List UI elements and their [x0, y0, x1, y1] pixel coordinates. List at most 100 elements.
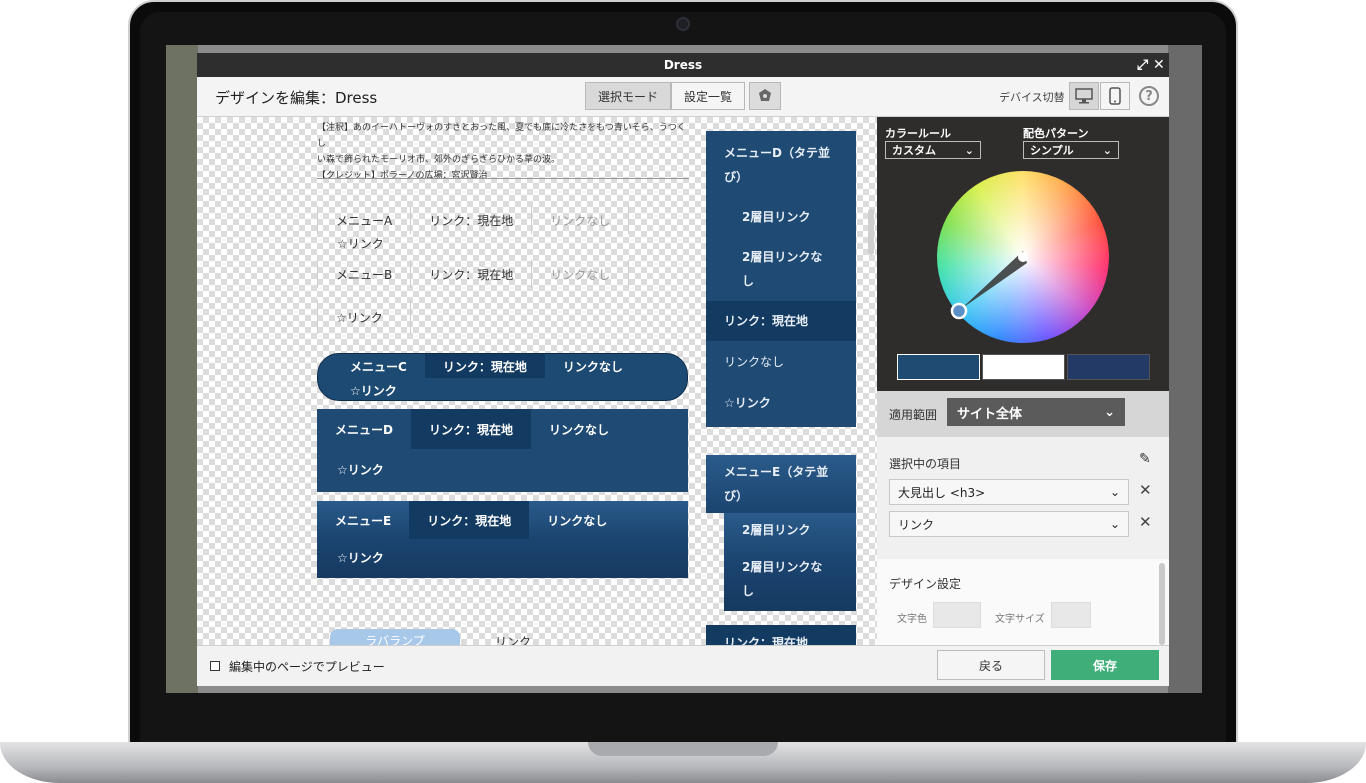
color-rule-value: カスタム	[892, 144, 936, 157]
dialog-footer: 編集中のページでプレビュー 戻る 保存	[197, 645, 1169, 686]
pattern-value: シンプル	[1030, 144, 1074, 157]
menu-c-current-link[interactable]: リンク：現在地	[424, 354, 545, 378]
menu-c-nolink[interactable]: リンクなし	[545, 354, 641, 378]
chevron-down-icon: ⌄	[964, 143, 974, 157]
menu-b-star-link[interactable]: ☆リンク	[317, 300, 411, 334]
desktop-view-button[interactable]	[1069, 82, 1099, 110]
design-settings-section: デザイン設定 文字色 文字サイズ	[877, 559, 1169, 645]
pattern-select[interactable]: シンプル ⌄	[1023, 141, 1119, 159]
chevron-down-icon: ⌄	[1102, 143, 1112, 157]
select-mode-button[interactable]: 選択モード	[585, 82, 672, 110]
chevron-down-icon: ⌄	[1109, 485, 1120, 499]
design-settings-title: デザイン設定	[889, 577, 962, 591]
color-rule-label: カラールール	[885, 127, 951, 140]
text-color-input[interactable]	[933, 602, 981, 628]
selected-items-section: 選択中の項目 ✎ 大見出し <h3> ⌄ ✕ リンク ⌄ ✕	[877, 437, 1169, 559]
menu-b-nolink[interactable]: リンクなし	[531, 260, 630, 288]
menu-e-label[interactable]: メニューE	[317, 501, 409, 539]
credit-line: 【クレジット】ポラーノの広場：宮沢賢治	[317, 171, 488, 181]
background-sidebar	[166, 45, 198, 693]
menu-d-current-link[interactable]: リンク：現在地	[410, 409, 531, 449]
text-size-input[interactable]	[1051, 602, 1091, 628]
vmenu-e-title-line: メニューE（タテ並	[724, 465, 829, 479]
menu-e-current-link[interactable]: リンク：現在地	[409, 501, 530, 539]
preview-canvas[interactable]: 【注釈】あのイーハトーヴォのすきとおった風、夏でも底に冷たさをもつ青いそら、うつ…	[197, 117, 877, 645]
vmenu-d-sub1[interactable]: 2層目リンク	[706, 189, 856, 229]
close-icon[interactable]: ✕	[1153, 56, 1165, 74]
vmenu-e-title-line: び）	[724, 489, 749, 503]
note-line: い森で飾られたモーリオ市、郊外のぎらぎらひかる草の波。	[317, 155, 561, 165]
vmenu-d-nolink[interactable]: リンクなし	[706, 341, 856, 383]
pencil-icon[interactable]: ✎	[1139, 451, 1151, 467]
vmenu-d-current-link[interactable]: リンク：現在地	[706, 301, 856, 341]
vmenu-d-star-link[interactable]: ☆リンク	[706, 383, 856, 423]
panel-scrollbar[interactable]	[1159, 563, 1165, 645]
background-right-panel	[1168, 45, 1202, 693]
menu-d-label[interactable]: メニューD	[317, 409, 411, 449]
swatch-sub[interactable]	[982, 354, 1065, 380]
vmenu-d-title[interactable]: メニューD（タテ並 び）	[706, 131, 856, 189]
color-rule-select[interactable]: カスタム ⌄	[885, 141, 981, 159]
selected-title: 選択中の項目	[889, 457, 962, 471]
selected-item-heading[interactable]: 大見出し <h3> ⌄	[889, 479, 1129, 505]
plain-link[interactable]: リンク	[495, 633, 531, 645]
menu-d-nolink[interactable]: リンクなし	[531, 409, 627, 449]
vertical-menu-e: メニューE（タテ並 び） 2層目リンク 2層目リンクなし リンク：現在地	[706, 455, 856, 645]
expand-icon[interactable]: ⤢	[1137, 56, 1148, 74]
divider	[317, 178, 689, 179]
swatch-main[interactable]	[897, 354, 980, 380]
scope-select[interactable]: サイト全体 ⌄	[947, 398, 1125, 426]
camera-icon	[676, 17, 690, 31]
settings-panel: カラールール カスタム ⌄ 配色パターン シンプル ⌄ 適用範囲 サイト全体 ⌄…	[877, 117, 1169, 645]
canvas-scrollbar[interactable]	[868, 209, 874, 255]
color-wheel[interactable]	[937, 171, 1109, 343]
preview-checkbox[interactable]	[210, 661, 220, 671]
settings-list-button[interactable]: 設定一覧	[671, 82, 746, 110]
menu-e: メニューE リンク：現在地 リンクなし ☆リンク	[317, 501, 688, 578]
save-button[interactable]: 保存	[1051, 650, 1159, 680]
vmenu-e-current-link[interactable]: リンク：現在地	[706, 625, 856, 645]
dialog-toolbar: デザインを編集：Dress 選択モード 設定一覧 デバイス切替 ?	[197, 77, 1169, 117]
chevron-down-icon: ⌄	[1109, 517, 1120, 531]
dialog-title: Dress	[663, 58, 703, 72]
help-icon[interactable]: ?	[1139, 86, 1159, 106]
color-panel: カラールール カスタム ⌄ 配色パターン シンプル ⌄	[877, 117, 1169, 391]
vmenu-e-sub1[interactable]: 2層目リンク	[724, 513, 856, 547]
laptop-notch	[588, 742, 778, 756]
menu-c-label[interactable]: メニューC	[318, 354, 425, 378]
design-edit-dialog: Dress ⤢ ✕ デザインを編集：Dress 選択モード 設定一覧 デバイス切…	[197, 53, 1169, 686]
vmenu-e-sub2[interactable]: 2層目リンクなし	[724, 547, 856, 611]
menu-e-star-link[interactable]: ☆リンク	[317, 539, 688, 575]
lava-lamp-button[interactable]: ラバランプ	[330, 629, 460, 645]
scope-label: 適用範囲	[889, 408, 938, 422]
vmenu-e-title[interactable]: メニューE（タテ並 び）	[706, 455, 856, 513]
preview-checkbox-label[interactable]: 編集中のページでプレビュー	[229, 658, 385, 675]
menu-e-nolink[interactable]: リンクなし	[529, 501, 625, 539]
menu-a: メニューA リンク：現在地 リンクなし ☆リンク メニューB リンク：現在地 リ…	[317, 205, 689, 337]
pattern-label: 配色パターン	[1023, 127, 1089, 140]
selected-item-heading-label: 大見出し <h3>	[898, 485, 986, 500]
remove-link-icon[interactable]: ✕	[1139, 513, 1152, 531]
swatch-accent[interactable]	[1067, 354, 1150, 380]
palette-button[interactable]	[749, 82, 781, 110]
selected-item-link-label: リンク	[898, 517, 935, 532]
back-button[interactable]: 戻る	[937, 650, 1045, 680]
vmenu-e-sub2-line: し	[742, 584, 755, 598]
menu-b-label[interactable]: メニューB	[317, 260, 410, 288]
menu-a-label[interactable]: メニューA	[317, 206, 410, 234]
vmenu-d-title-line: メニューD（タテ並	[724, 146, 830, 160]
scope-section: 適用範囲 サイト全体 ⌄	[877, 391, 1169, 437]
selected-item-link[interactable]: リンク ⌄	[889, 511, 1129, 537]
menu-a-current-link[interactable]: リンク：現在地	[410, 206, 531, 234]
menu-a-nolink[interactable]: リンクなし	[531, 206, 630, 234]
menu-b-current-link[interactable]: リンク：現在地	[410, 260, 531, 288]
menu-d-star-link[interactable]: ☆リンク	[317, 449, 688, 489]
text-size-label: 文字サイズ	[995, 614, 1045, 625]
vmenu-d-sub2-line: 2層目リンクな	[742, 250, 823, 264]
chevron-down-icon: ⌄	[1104, 404, 1115, 420]
vmenu-d-sub2[interactable]: 2層目リンクなし	[706, 229, 856, 293]
mobile-view-button[interactable]	[1100, 82, 1130, 110]
menu-c-star-link[interactable]: ☆リンク	[350, 382, 397, 399]
menu-a-star-link[interactable]: ☆リンク	[337, 235, 384, 252]
remove-heading-icon[interactable]: ✕	[1139, 481, 1152, 499]
